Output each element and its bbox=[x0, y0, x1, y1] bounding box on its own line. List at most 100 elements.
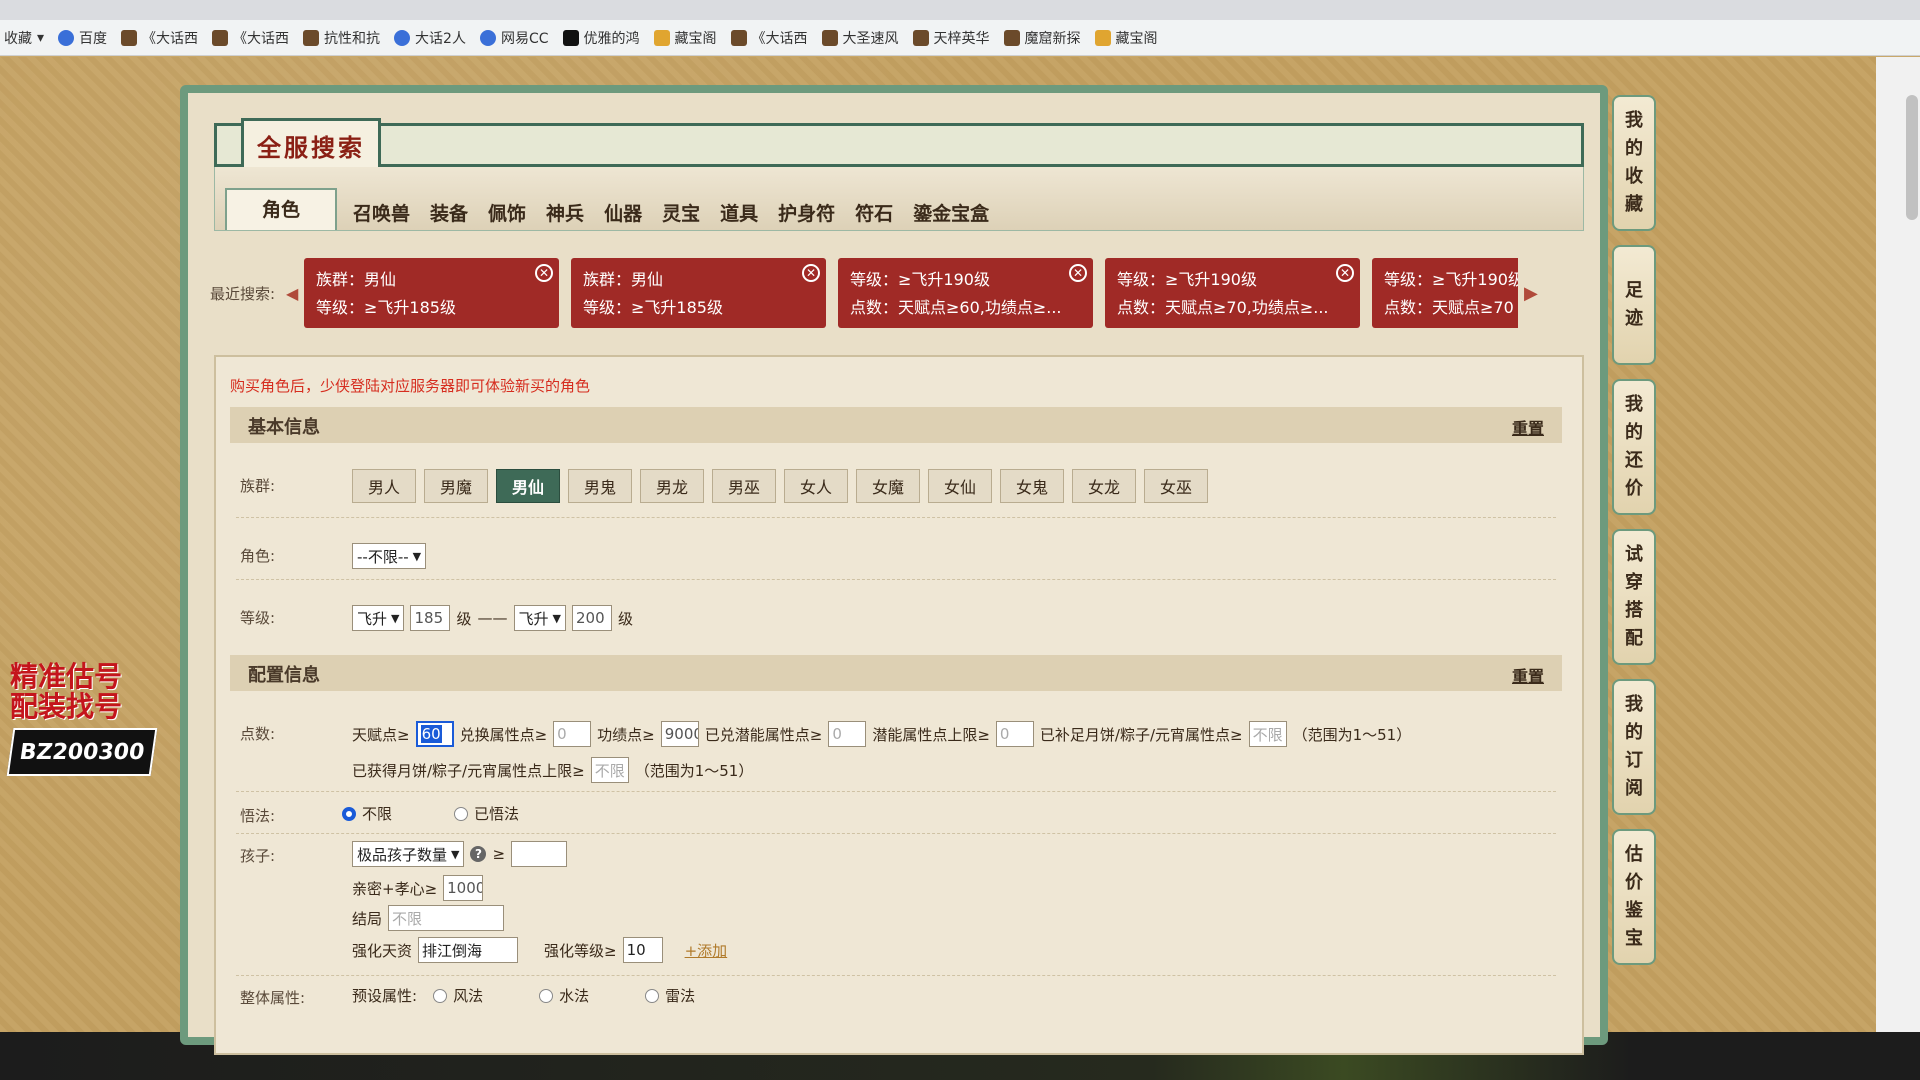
race-button[interactable]: 女鬼 bbox=[1000, 469, 1064, 503]
talent-points-input[interactable]: 60 bbox=[415, 721, 454, 747]
bookmark-item[interactable]: 网易CC bbox=[479, 28, 549, 48]
scrollbar-thumb[interactable] bbox=[1906, 95, 1918, 220]
role-select[interactable]: --不限-- ▼ bbox=[352, 543, 427, 569]
bookmark-label: 《大话西 bbox=[751, 30, 808, 47]
bookmark-item[interactable]: 藏宝阁 bbox=[1094, 28, 1158, 48]
race-button[interactable]: 女巫 bbox=[1144, 469, 1208, 503]
enhance-level-input[interactable]: 10 bbox=[622, 937, 663, 963]
tab-gold-box[interactable]: 鎏金宝盒 bbox=[903, 198, 999, 230]
bookmark-item[interactable]: 抗性和抗 bbox=[303, 28, 380, 48]
race-button[interactable]: 女仙 bbox=[928, 469, 992, 503]
preset-thunder-radio[interactable] bbox=[645, 988, 660, 1003]
level-to-input[interactable]: 200 bbox=[571, 605, 612, 631]
nav-char: 收 bbox=[1625, 166, 1643, 187]
nav-char: 迹 bbox=[1625, 308, 1643, 329]
bookmark-label: 大圣速风 bbox=[842, 30, 899, 47]
side-nav-footprints[interactable]: 足迹 bbox=[1612, 245, 1656, 365]
race-button[interactable]: 女人 bbox=[784, 469, 848, 503]
recent-chip[interactable]: 族群：男仙 等级：≥飞升185级 ✕ bbox=[304, 258, 559, 328]
race-button-selected[interactable]: 男仙 bbox=[496, 469, 560, 503]
preset-row: 预设属性: 风法 水法 雷法 bbox=[352, 985, 695, 1006]
reset-config-link[interactable]: 重置 bbox=[1512, 663, 1544, 687]
tab-amulet[interactable]: 护身符 bbox=[768, 198, 845, 230]
potential-points-input[interactable]: 0 bbox=[828, 721, 867, 747]
bookmark-item[interactable]: 藏宝阁 bbox=[653, 28, 717, 48]
tab-rune[interactable]: 符石 bbox=[845, 198, 903, 230]
page-scrollbar[interactable] bbox=[1876, 57, 1920, 1032]
wufa-any-radio[interactable] bbox=[342, 806, 356, 821]
bookmark-item[interactable]: 魔窟新探 bbox=[1003, 28, 1081, 48]
recent-chip[interactable]: 等级：≥飞升190级 点数：天赋点≥60,功绩点≥... ✕ bbox=[838, 258, 1093, 328]
bookmark-item[interactable]: 《大话西 bbox=[121, 28, 198, 48]
exchange-points-input[interactable]: 0 bbox=[553, 721, 592, 747]
side-nav-subscriptions[interactable]: 我的订阅 bbox=[1612, 679, 1656, 815]
bookmark-favorites[interactable]: 收藏 ▾ bbox=[4, 28, 44, 48]
close-icon[interactable]: ✕ bbox=[535, 264, 553, 282]
bookmark-item[interactable]: 百度 bbox=[58, 28, 107, 48]
close-icon[interactable]: ✕ bbox=[1336, 264, 1354, 282]
field-label: ≥ bbox=[492, 845, 506, 863]
bookmark-item[interactable]: 优雅的鸿 bbox=[562, 28, 640, 48]
potential-max-input[interactable]: 0 bbox=[995, 721, 1034, 747]
cc-icon bbox=[479, 29, 496, 46]
tab-role[interactable]: 角色 bbox=[225, 188, 337, 230]
race-button[interactable]: 男鬼 bbox=[568, 469, 632, 503]
tab-spirit-treasure[interactable]: 灵宝 bbox=[652, 198, 710, 230]
chevron-left-icon[interactable]: ◀ bbox=[286, 284, 304, 303]
level-from-type-select[interactable]: 飞升 ▼ bbox=[352, 605, 405, 631]
race-button[interactable]: 男魔 bbox=[424, 469, 488, 503]
tab-weapon[interactable]: 神兵 bbox=[536, 198, 594, 230]
chevron-right-icon[interactable]: ▶ bbox=[1524, 283, 1538, 304]
select-value: 飞升 bbox=[357, 609, 388, 628]
close-icon[interactable]: ✕ bbox=[802, 264, 820, 282]
field-label: 功绩点≥ bbox=[597, 725, 655, 744]
chip-line2: 等级：≥飞升185级 bbox=[583, 298, 723, 317]
ending-input[interactable]: 不限 bbox=[388, 905, 505, 931]
tab-summon[interactable]: 召唤兽 bbox=[343, 198, 420, 230]
race-options: 男人 男魔 男仙 男鬼 男龙 男巫 女人 女魔 女仙 女鬼 女龙 女巫 bbox=[352, 469, 1208, 503]
preset-wind-radio[interactable] bbox=[433, 988, 448, 1003]
level-from-input[interactable]: 185 bbox=[410, 605, 451, 631]
enhance-talent-input[interactable]: 排江倒海 bbox=[418, 937, 519, 963]
side-nav-try-on[interactable]: 试穿搭配 bbox=[1612, 529, 1656, 665]
bookmark-item[interactable]: 大话2人 bbox=[394, 28, 466, 48]
wufa-done-radio[interactable] bbox=[454, 806, 469, 821]
side-nav-appraisal[interactable]: 估价鉴宝 bbox=[1612, 829, 1656, 965]
race-button[interactable]: 女魔 bbox=[856, 469, 920, 503]
race-button[interactable]: 男龙 bbox=[640, 469, 704, 503]
preset-water-radio[interactable] bbox=[539, 988, 554, 1003]
reset-basic-link[interactable]: 重置 bbox=[1512, 415, 1544, 439]
tab-accessory[interactable]: 佩饰 bbox=[478, 198, 536, 230]
bookmark-item[interactable]: 《大话西 bbox=[212, 28, 289, 48]
tab-artifact[interactable]: 仙器 bbox=[594, 198, 652, 230]
festival-max-input[interactable]: 不限 bbox=[590, 757, 629, 783]
festival-points-input[interactable]: 不限 bbox=[1248, 721, 1287, 747]
recent-chip[interactable]: 等级：≥飞升190级 点数：天赋点≥70,功绩点≥... ✕ bbox=[1105, 258, 1360, 328]
close-icon[interactable]: ✕ bbox=[1069, 264, 1087, 282]
tab-equipment[interactable]: 装备 bbox=[420, 198, 478, 230]
add-link[interactable]: +添加 bbox=[685, 940, 728, 961]
bookmark-item[interactable]: 大圣速风 bbox=[821, 28, 899, 48]
kids-type-select[interactable]: 极品孩子数量 ▼ bbox=[352, 841, 465, 867]
intimacy-input[interactable]: 10000 bbox=[443, 875, 484, 901]
recent-chip[interactable]: 等级：≥飞升190级 点数：天赋点≥70 bbox=[1372, 258, 1518, 328]
ad-banner[interactable]: 精准估号 配装找号 BZ200300 bbox=[6, 662, 160, 776]
bookmark-item[interactable]: 天梓英华 bbox=[912, 28, 990, 48]
ad-code: BZ200300 bbox=[6, 728, 158, 776]
race-button[interactable]: 男巫 bbox=[712, 469, 776, 503]
bookmark-item[interactable]: 《大话西 bbox=[730, 28, 808, 48]
race-button[interactable]: 男人 bbox=[352, 469, 416, 503]
merit-points-input[interactable]: 9000 bbox=[660, 721, 699, 747]
recent-chip[interactable]: 族群：男仙 等级：≥飞升185级 ✕ bbox=[571, 258, 826, 328]
tiktok-icon bbox=[562, 29, 579, 46]
kids-count-input[interactable] bbox=[511, 841, 568, 867]
tab-items[interactable]: 道具 bbox=[710, 198, 768, 230]
help-icon[interactable]: ? bbox=[470, 846, 487, 862]
level-to-type-select[interactable]: 飞升 ▼ bbox=[513, 605, 566, 631]
side-nav-counter-offers[interactable]: 我的还价 bbox=[1612, 379, 1656, 515]
side-nav-favorites[interactable]: 我的收藏 bbox=[1612, 95, 1656, 231]
game-icon bbox=[1003, 29, 1020, 46]
chip-line1: 等级：≥飞升190级 bbox=[1117, 270, 1257, 289]
race-button[interactable]: 女龙 bbox=[1072, 469, 1136, 503]
nav-char: 足 bbox=[1625, 280, 1643, 301]
